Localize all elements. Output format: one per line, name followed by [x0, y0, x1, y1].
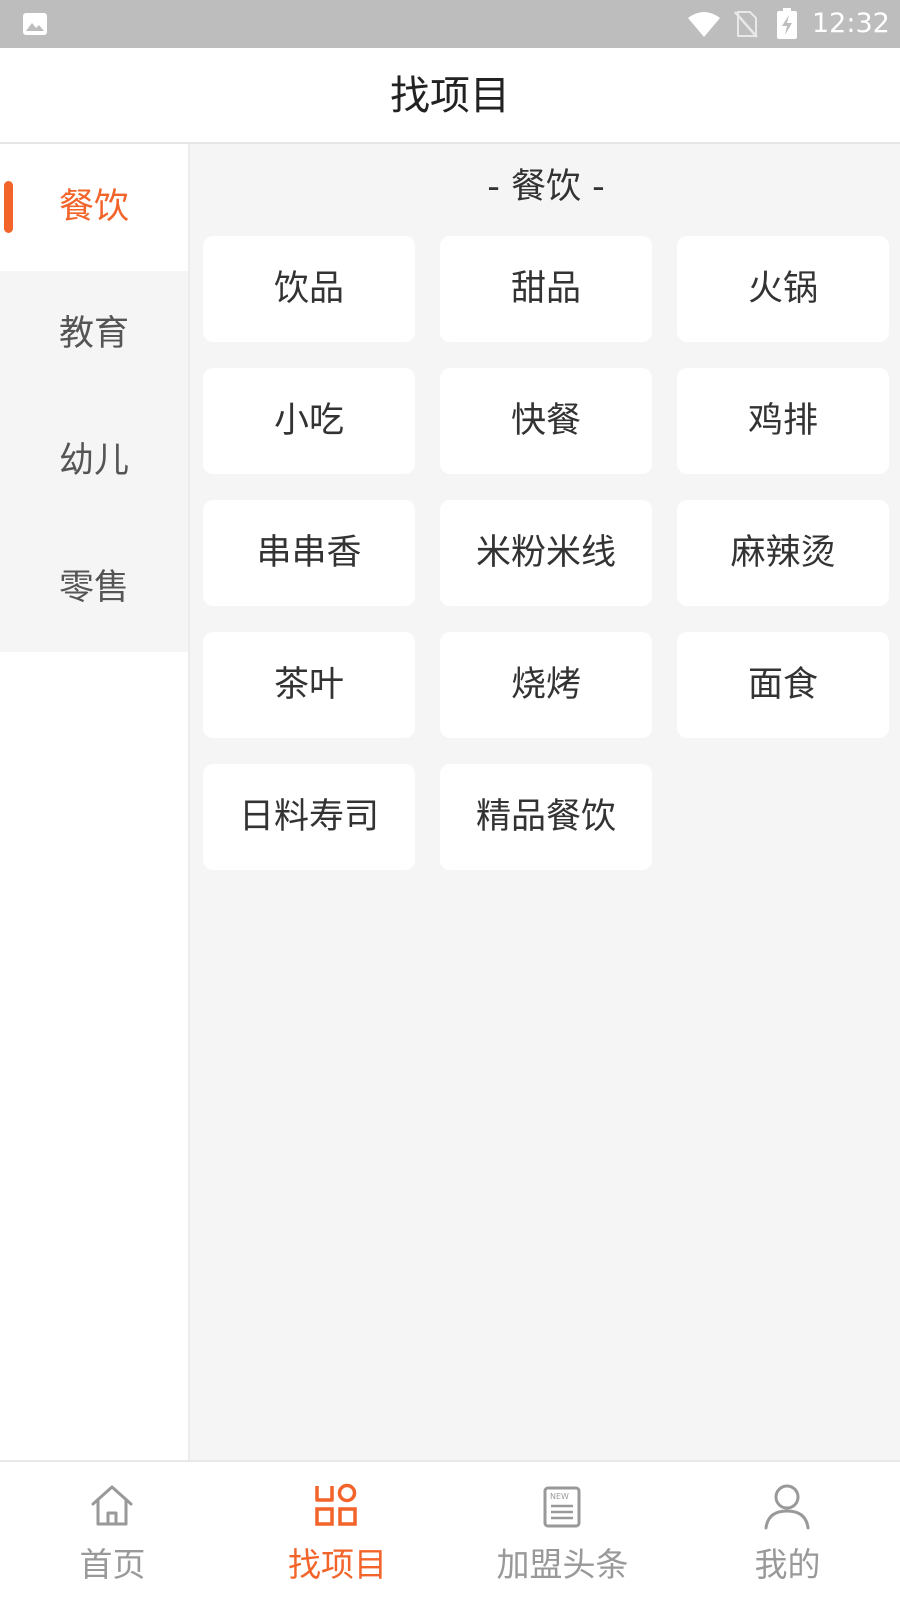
sidebar-item-toddler[interactable]: 幼儿 — [0, 398, 188, 525]
sidebar-item-catering[interactable]: 餐饮 — [0, 144, 188, 271]
tab-label: 首页 — [79, 1545, 146, 1584]
subcategory-label: 面食 — [747, 665, 818, 705]
svg-text:NEW: NEW — [550, 1492, 569, 1501]
subcategory-item[interactable]: 茶叶 — [203, 632, 415, 738]
tab-label: 找项目 — [288, 1545, 387, 1584]
subcategory-item[interactable]: 快餐 — [440, 368, 652, 474]
sidebar-item-label: 教育 — [58, 314, 129, 354]
no-sim-icon — [734, 11, 758, 38]
subcategory-label: 饮品 — [273, 269, 344, 309]
subcategory-label: 串串香 — [256, 533, 362, 573]
subcategory-label: 茶叶 — [273, 665, 344, 705]
subcategory-item[interactable]: 小吃 — [203, 368, 415, 474]
tab-label: 加盟头条 — [496, 1545, 629, 1584]
subcategory-label: 日料寿司 — [238, 797, 379, 837]
subcategory-item[interactable]: 鸡排 — [677, 368, 889, 474]
subcategory-label: 麻辣烫 — [730, 533, 836, 573]
subcategory-label: 甜品 — [510, 269, 581, 309]
subcategory-item[interactable]: 麻辣烫 — [677, 500, 889, 606]
subcategory-item[interactable]: 烧烤 — [440, 632, 652, 738]
subcategory-item[interactable]: 面食 — [677, 632, 889, 738]
subcategory-item[interactable]: 串串香 — [203, 500, 415, 606]
user-icon — [764, 1484, 810, 1530]
subcategory-label: 鸡排 — [747, 401, 818, 441]
sidebar-item-label: 幼儿 — [58, 441, 129, 481]
subcategory-item[interactable]: 日料寿司 — [203, 764, 415, 870]
status-bar: 12:32 — [0, 0, 900, 48]
gallery-icon — [23, 13, 47, 35]
subcategory-panel: - 餐饮 - 饮品 甜品 火锅 小吃 快餐 鸡排 串串香 米粉米线 麻辣烫 茶叶… — [188, 144, 900, 1460]
tab-mine[interactable]: 我的 — [675, 1462, 900, 1600]
subcategory-item[interactable]: 精品餐饮 — [440, 764, 652, 870]
subcategory-label: 火锅 — [747, 269, 818, 309]
subcategory-label: 小吃 — [273, 401, 344, 441]
subcategory-label: 快餐 — [510, 401, 581, 441]
sidebar-item-label: 零售 — [58, 568, 129, 608]
subcategory-item[interactable]: 饮品 — [203, 236, 415, 342]
sidebar-item-label: 餐饮 — [58, 187, 129, 227]
title-bar: 找项目 — [0, 48, 900, 144]
subcategory-label: 烧烤 — [510, 665, 581, 705]
subcategory-item[interactable]: 甜品 — [440, 236, 652, 342]
tab-find-project[interactable]: 找项目 — [225, 1462, 450, 1600]
subcategory-item[interactable]: 火锅 — [677, 236, 889, 342]
sidebar-item-retail[interactable]: 零售 — [0, 525, 188, 652]
grid-icon — [315, 1483, 357, 1526]
tab-franchise-news[interactable]: NEW 加盟头条 — [450, 1462, 675, 1600]
news-icon: NEW — [543, 1486, 581, 1528]
page-title: 找项目 — [390, 73, 510, 119]
tab-label: 我的 — [754, 1545, 821, 1584]
subcategory-label: 精品餐饮 — [475, 797, 616, 837]
wifi-icon — [688, 12, 720, 37]
battery-charging-icon — [777, 8, 797, 39]
sidebar-item-education[interactable]: 教育 — [0, 271, 188, 398]
section-title: - 餐饮 - — [487, 167, 605, 207]
status-time: 12:32 — [812, 8, 890, 39]
category-sidebar: 餐饮 教育 幼儿 零售 — [0, 144, 188, 1460]
bottom-tab-bar: 首页 找项目 NEW 加盟头条 我的 — [0, 1460, 900, 1600]
home-icon — [91, 1485, 133, 1526]
subcategory-label: 米粉米线 — [475, 533, 616, 573]
tab-home[interactable]: 首页 — [0, 1462, 225, 1600]
subcategory-item[interactable]: 米粉米线 — [440, 500, 652, 606]
